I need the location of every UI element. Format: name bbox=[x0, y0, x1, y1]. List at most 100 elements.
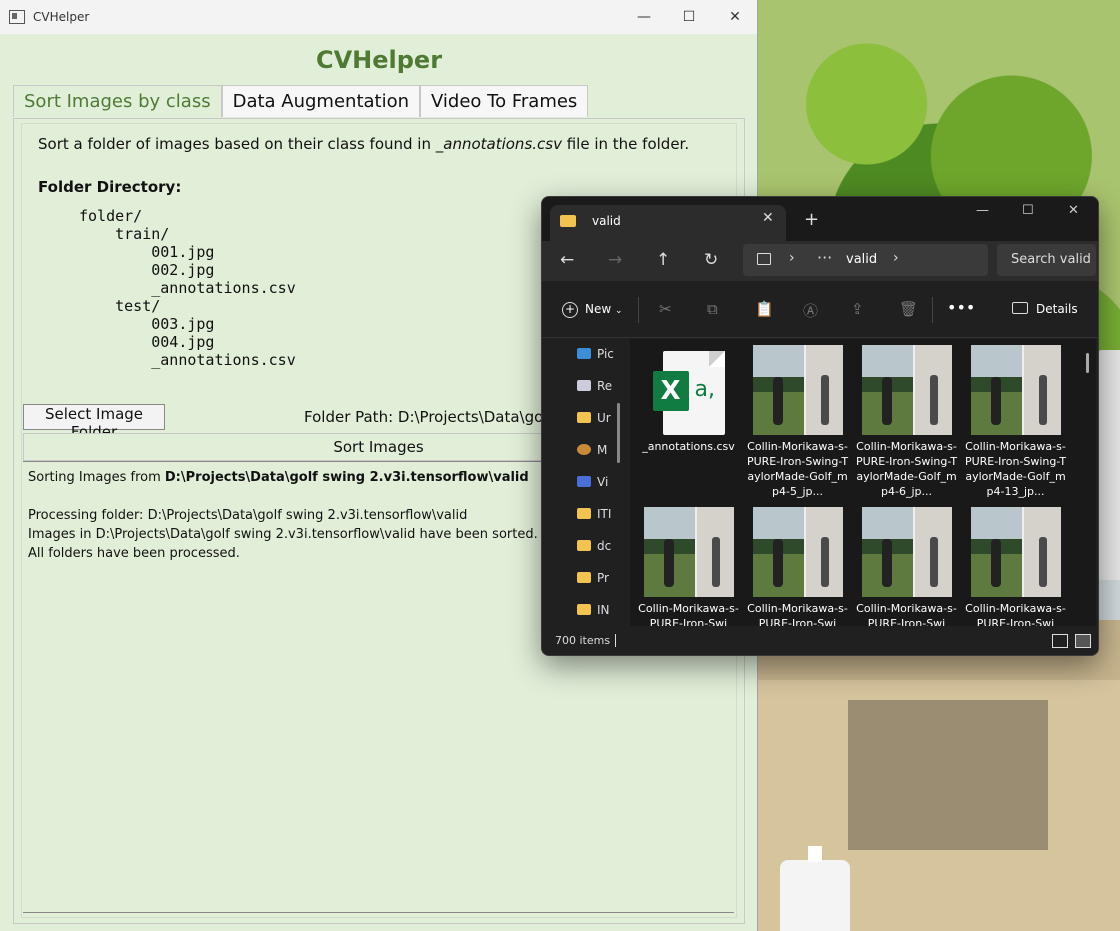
sidebar-item-label: Vi bbox=[597, 475, 609, 489]
cvhelper-titlebar[interactable]: CVHelper — ☐ ✕ bbox=[0, 0, 757, 34]
sidebar-item-label: Ur bbox=[597, 411, 611, 425]
file-item[interactable]: Collin-Morikawa-s-PURE-Iron-Swing-Taylor… bbox=[854, 345, 959, 499]
details-label: Details bbox=[1036, 302, 1078, 316]
copy-icon[interactable]: ⧉ bbox=[707, 300, 718, 318]
close-tab-icon[interactable]: ✕ bbox=[762, 210, 774, 226]
sidebar-item-folder-pr[interactable]: Pr bbox=[577, 571, 609, 585]
explorer-maximize-icon[interactable]: ☐ bbox=[1022, 203, 1034, 218]
rename-icon[interactable]: Ⓐ bbox=[803, 300, 818, 321]
address-bar[interactable]: › ··· valid › bbox=[743, 244, 988, 276]
sidebar-item-folder-dc[interactable]: dc bbox=[577, 539, 611, 553]
navigation-pane: Pic Re Ur M Vi ITI dc Pr IN bbox=[542, 339, 628, 626]
sidebar-item-recycle[interactable]: Re bbox=[577, 379, 612, 393]
background-bottle bbox=[780, 846, 850, 931]
log-line-sorting: Sorting Images from D:\Projects\Data\gol… bbox=[28, 470, 529, 485]
content-scrollbar[interactable] bbox=[1086, 353, 1089, 373]
maximize-icon[interactable]: ☐ bbox=[678, 6, 700, 28]
explorer-titlebar[interactable]: valid ✕ + — ☐ ✕ bbox=[542, 197, 1098, 241]
music-icon bbox=[577, 444, 591, 455]
status-divider bbox=[615, 634, 616, 647]
share-icon[interactable]: ⇪ bbox=[851, 300, 864, 318]
image-thumbnail bbox=[861, 345, 952, 435]
new-label: New bbox=[585, 302, 612, 316]
folder-icon bbox=[577, 604, 591, 615]
explorer-close-icon[interactable]: ✕ bbox=[1068, 203, 1079, 218]
back-icon[interactable]: ← bbox=[560, 250, 574, 270]
computer-icon bbox=[757, 253, 771, 265]
image-thumbnail bbox=[970, 345, 1061, 435]
status-bar: 700 items bbox=[542, 626, 1098, 655]
folder-tree: folder/ train/ 001.jpg 002.jpg _annotati… bbox=[79, 207, 296, 369]
sidebar-item-label: IN bbox=[597, 603, 610, 617]
image-thumbnail bbox=[970, 507, 1061, 597]
file-item[interactable]: Collin-Morikawa-s-PURE-Iron-Swi bbox=[745, 507, 850, 626]
select-image-folder-button[interactable]: Select Image Folder bbox=[23, 404, 165, 441]
details-view-icon[interactable] bbox=[1052, 634, 1068, 648]
sidebar-item-label: dc bbox=[597, 539, 612, 553]
new-tab-icon[interactable]: + bbox=[804, 209, 819, 230]
file-name: Collin-Morikawa-s-PURE-Iron-Swing-Taylor… bbox=[964, 440, 1067, 498]
chevron-right-icon[interactable]: › bbox=[789, 250, 795, 266]
sidebar-item-label: Pr bbox=[597, 571, 609, 585]
excel-logo: X bbox=[652, 371, 689, 411]
description-prefix: Sort a folder of images based on their c… bbox=[38, 135, 436, 153]
image-thumbnail bbox=[861, 507, 952, 597]
up-icon[interactable]: ↑ bbox=[656, 250, 670, 270]
file-name: Collin-Morikawa-s-PURE-Iron-Swi bbox=[965, 602, 1066, 626]
forward-icon[interactable]: → bbox=[608, 250, 622, 270]
file-name: Collin-Morikawa-s-PURE-Iron-Swi bbox=[856, 602, 957, 626]
minimize-icon[interactable]: — bbox=[633, 6, 655, 28]
delete-icon[interactable]: 🗑 bbox=[899, 300, 918, 318]
tab-video-to-frames[interactable]: Video To Frames bbox=[420, 85, 589, 117]
large-icons-view-icon[interactable] bbox=[1075, 634, 1091, 648]
pictures-icon bbox=[577, 348, 591, 359]
file-item[interactable]: Collin-Morikawa-s-PURE-Iron-Swi bbox=[636, 507, 741, 626]
file-item-annotations[interactable]: X a, _annotations.csv bbox=[636, 347, 741, 454]
file-item[interactable]: Collin-Morikawa-s-PURE-Iron-Swi bbox=[854, 507, 959, 626]
details-button[interactable]: Details bbox=[1012, 302, 1078, 316]
image-thumbnail bbox=[752, 507, 843, 597]
sidebar-item-folder-in[interactable]: IN bbox=[577, 603, 610, 617]
file-item[interactable]: Collin-Morikawa-s-PURE-Iron-Swing-Taylor… bbox=[963, 345, 1068, 499]
folder-path-label: Folder Path: D:\Projects\Data\golf bbox=[304, 408, 553, 426]
log-line-processing: Processing folder: D:\Projects\Data\golf… bbox=[28, 508, 468, 523]
tab-data-augmentation[interactable]: Data Augmentation bbox=[221, 85, 421, 117]
explorer-navbar: ← → ↑ ↻ › ··· valid › Search valid bbox=[542, 241, 1098, 281]
folder-icon bbox=[577, 572, 591, 583]
background-device bbox=[1096, 350, 1120, 580]
file-name: _annotations.csv bbox=[642, 440, 735, 453]
sidebar-item-folder-ur[interactable]: Ur bbox=[577, 411, 611, 425]
window-title: CVHelper bbox=[33, 10, 90, 24]
file-name: Collin-Morikawa-s-PURE-Iron-Swi bbox=[638, 602, 739, 626]
tab-bar: Sort Images by class Data Augmentation V… bbox=[13, 85, 589, 117]
app-heading: CVHelper bbox=[315, 46, 443, 74]
sidebar-item-videos[interactable]: Vi bbox=[577, 475, 608, 489]
chevron-right-icon[interactable]: › bbox=[893, 250, 899, 266]
search-placeholder: Search valid bbox=[1011, 252, 1091, 267]
close-icon[interactable]: ✕ bbox=[724, 6, 746, 28]
explorer-minimize-icon[interactable]: — bbox=[976, 203, 989, 218]
file-item[interactable]: Collin-Morikawa-s-PURE-Iron-Swi bbox=[963, 507, 1068, 626]
folder-icon bbox=[560, 215, 576, 227]
tab-sort-images[interactable]: Sort Images by class bbox=[13, 85, 222, 117]
log-sorting-path: D:\Projects\Data\golf swing 2.v3i.tensor… bbox=[164, 470, 529, 485]
explorer-tab[interactable]: valid ✕ bbox=[550, 205, 786, 241]
new-button[interactable]: + New ⌄ bbox=[562, 302, 623, 318]
sidebar-scrollbar[interactable] bbox=[617, 403, 620, 463]
explorer-tab-title: valid bbox=[592, 214, 621, 228]
sidebar-item-folder-iti[interactable]: ITI bbox=[577, 507, 611, 521]
more-options-icon[interactable]: ••• bbox=[947, 298, 975, 317]
breadcrumb-overflow[interactable]: ··· bbox=[817, 248, 832, 267]
cut-icon[interactable]: ✂ bbox=[659, 300, 672, 318]
breadcrumb-current[interactable]: valid bbox=[846, 252, 877, 267]
image-thumbnail bbox=[752, 345, 843, 435]
sidebar-item-music[interactable]: M bbox=[577, 443, 607, 457]
chevron-down-icon: ⌄ bbox=[615, 306, 623, 316]
file-item[interactable]: Collin-Morikawa-s-PURE-Iron-Swing-Taylor… bbox=[745, 345, 850, 499]
sidebar-item-pictures[interactable]: Pic bbox=[577, 347, 614, 361]
sidebar-item-label: ITI bbox=[597, 507, 612, 521]
refresh-icon[interactable]: ↻ bbox=[704, 250, 718, 270]
folder-icon bbox=[577, 412, 591, 423]
paste-icon[interactable]: 📋 bbox=[755, 300, 774, 318]
search-input[interactable]: Search valid bbox=[997, 244, 1096, 276]
